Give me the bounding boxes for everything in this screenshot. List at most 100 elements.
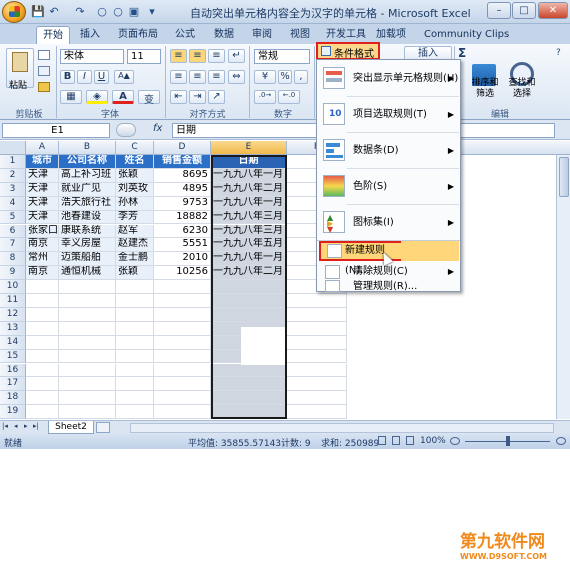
- table-cell[interactable]: 赵军: [116, 224, 154, 239]
- table-cell[interactable]: 一九九八年二月: [211, 266, 287, 281]
- comma-button[interactable]: ,: [294, 70, 308, 84]
- align-top-icon[interactable]: ≡: [170, 49, 187, 63]
- table-cell[interactable]: 10256: [154, 266, 211, 281]
- table-cell[interactable]: 南京: [26, 238, 59, 253]
- table-cell[interactable]: [287, 405, 347, 420]
- table-cell[interactable]: [211, 280, 287, 294]
- table-cell[interactable]: 5551: [154, 238, 211, 253]
- page-layout-view-icon[interactable]: [392, 436, 400, 445]
- select-all-corner[interactable]: [0, 141, 26, 155]
- row-header[interactable]: 1: [0, 155, 26, 169]
- tab-page-layout[interactable]: 页面布局: [112, 26, 164, 44]
- tab-review[interactable]: 审阅: [246, 26, 278, 44]
- page-break-view-icon[interactable]: [406, 436, 414, 445]
- formula-expand-icon[interactable]: [116, 123, 136, 137]
- menu-item-color-scales[interactable]: 色阶(S) ▶: [317, 170, 460, 203]
- table-cell[interactable]: [116, 280, 154, 294]
- table-cell[interactable]: 一九九八年一月: [211, 252, 287, 267]
- table-cell[interactable]: [59, 280, 116, 294]
- decrease-indent-icon[interactable]: ⇤: [170, 90, 187, 104]
- table-cell[interactable]: 张颖: [116, 266, 154, 281]
- orientation-icon[interactable]: ↗: [208, 90, 225, 104]
- table-header-cell[interactable]: 城市: [26, 155, 59, 169]
- fill-color-icon[interactable]: ◈: [86, 90, 108, 104]
- row-header[interactable]: 4: [0, 196, 26, 211]
- table-cell[interactable]: 通恒机械: [59, 266, 116, 281]
- tab-home[interactable]: 开始: [36, 26, 70, 44]
- table-cell[interactable]: [154, 294, 211, 308]
- table-cell[interactable]: 常州: [26, 252, 59, 267]
- wrap-text-icon[interactable]: ↵: [228, 49, 245, 63]
- table-cell[interactable]: 刘英玫: [116, 182, 154, 197]
- table-cell[interactable]: 天津: [26, 168, 59, 183]
- maximize-button[interactable]: □: [512, 2, 536, 19]
- table-cell[interactable]: 一九九八年三月: [211, 210, 287, 225]
- format-painter-icon[interactable]: [38, 82, 50, 92]
- row-header[interactable]: 18: [0, 391, 26, 406]
- align-right-icon[interactable]: ≡: [208, 70, 225, 84]
- phonetic-button[interactable]: 变: [138, 90, 160, 106]
- font-color-button[interactable]: A: [112, 90, 134, 104]
- font-grow-icon[interactable]: A▲: [114, 70, 134, 84]
- column-header[interactable]: D: [154, 141, 211, 155]
- first-sheet-icon[interactable]: |◂: [2, 422, 8, 430]
- prev-sheet-icon[interactable]: ◂: [14, 422, 18, 430]
- table-cell[interactable]: 李芳: [116, 210, 154, 225]
- align-middle-icon[interactable]: ≡: [189, 49, 206, 63]
- italic-button[interactable]: I: [77, 70, 92, 84]
- table-cell[interactable]: [211, 307, 287, 322]
- table-header-cell[interactable]: 姓名: [116, 155, 154, 169]
- row-header[interactable]: 16: [0, 363, 26, 378]
- table-cell[interactable]: 就业广见: [59, 182, 116, 197]
- new-sheet-icon[interactable]: [96, 422, 110, 433]
- table-cell[interactable]: [26, 377, 59, 392]
- table-cell[interactable]: [59, 349, 116, 364]
- row-header[interactable]: 8: [0, 252, 26, 267]
- table-cell[interactable]: 金士鹏: [116, 252, 154, 267]
- table-cell[interactable]: [211, 405, 287, 420]
- worksheet-grid[interactable]: A B C D E F 1城市公司名称姓名销售金额日期2天津高上补习班张颖869…: [0, 141, 570, 561]
- table-cell[interactable]: 一九九八年二月: [211, 182, 287, 197]
- table-cell[interactable]: 迈策船舶: [59, 252, 116, 267]
- table-cell[interactable]: 6230: [154, 224, 211, 239]
- row-header[interactable]: 12: [0, 307, 26, 322]
- table-cell[interactable]: 天津: [26, 210, 59, 225]
- percent-button[interactable]: %: [278, 70, 292, 84]
- tab-community-clips[interactable]: Community Clips: [418, 26, 515, 44]
- table-header-cell[interactable]: 销售金额: [154, 155, 211, 169]
- row-header[interactable]: 3: [0, 182, 26, 197]
- redo-icon[interactable]: ↷: [73, 5, 87, 18]
- table-cell[interactable]: 南京: [26, 266, 59, 281]
- table-cell[interactable]: 幸义房屋: [59, 238, 116, 253]
- copy-icon[interactable]: [38, 66, 50, 76]
- align-left-icon[interactable]: ≡: [170, 70, 187, 84]
- row-header[interactable]: 13: [0, 321, 26, 336]
- circle-icon[interactable]: ○: [111, 5, 125, 18]
- table-cell[interactable]: 18882: [154, 210, 211, 225]
- tab-insert[interactable]: 插入: [74, 26, 106, 44]
- cut-icon[interactable]: [38, 50, 50, 60]
- table-cell[interactable]: [59, 391, 116, 406]
- row-header[interactable]: 6: [0, 224, 26, 239]
- table-cell[interactable]: 高上补习班: [59, 168, 116, 183]
- horizontal-scrollbar[interactable]: [130, 423, 554, 433]
- table-cell[interactable]: [116, 363, 154, 378]
- table-cell[interactable]: [287, 294, 347, 308]
- menu-item-manage-rules[interactable]: 管理规则(R)...: [317, 280, 460, 292]
- conditional-format-button[interactable]: 条件格式: [316, 42, 380, 60]
- align-bottom-icon[interactable]: ≡: [208, 49, 225, 63]
- table-header-cell[interactable]: 日期: [211, 155, 287, 169]
- table-cell[interactable]: [59, 363, 116, 378]
- row-header[interactable]: 11: [0, 294, 26, 308]
- bold-button[interactable]: B: [60, 70, 75, 84]
- table-cell[interactable]: [59, 377, 116, 392]
- column-header[interactable]: A: [26, 141, 59, 155]
- table-cell[interactable]: 孙林: [116, 196, 154, 211]
- table-cell[interactable]: [211, 363, 287, 378]
- ribbon-help-icon[interactable]: ?: [556, 48, 561, 58]
- table-cell[interactable]: 2010: [154, 252, 211, 267]
- table-cell[interactable]: [154, 280, 211, 294]
- minimize-button[interactable]: –: [487, 2, 511, 19]
- menu-item-clear-rules[interactable]: 清除规则(C) ▶: [317, 262, 460, 282]
- vertical-scrollbar[interactable]: [556, 155, 570, 419]
